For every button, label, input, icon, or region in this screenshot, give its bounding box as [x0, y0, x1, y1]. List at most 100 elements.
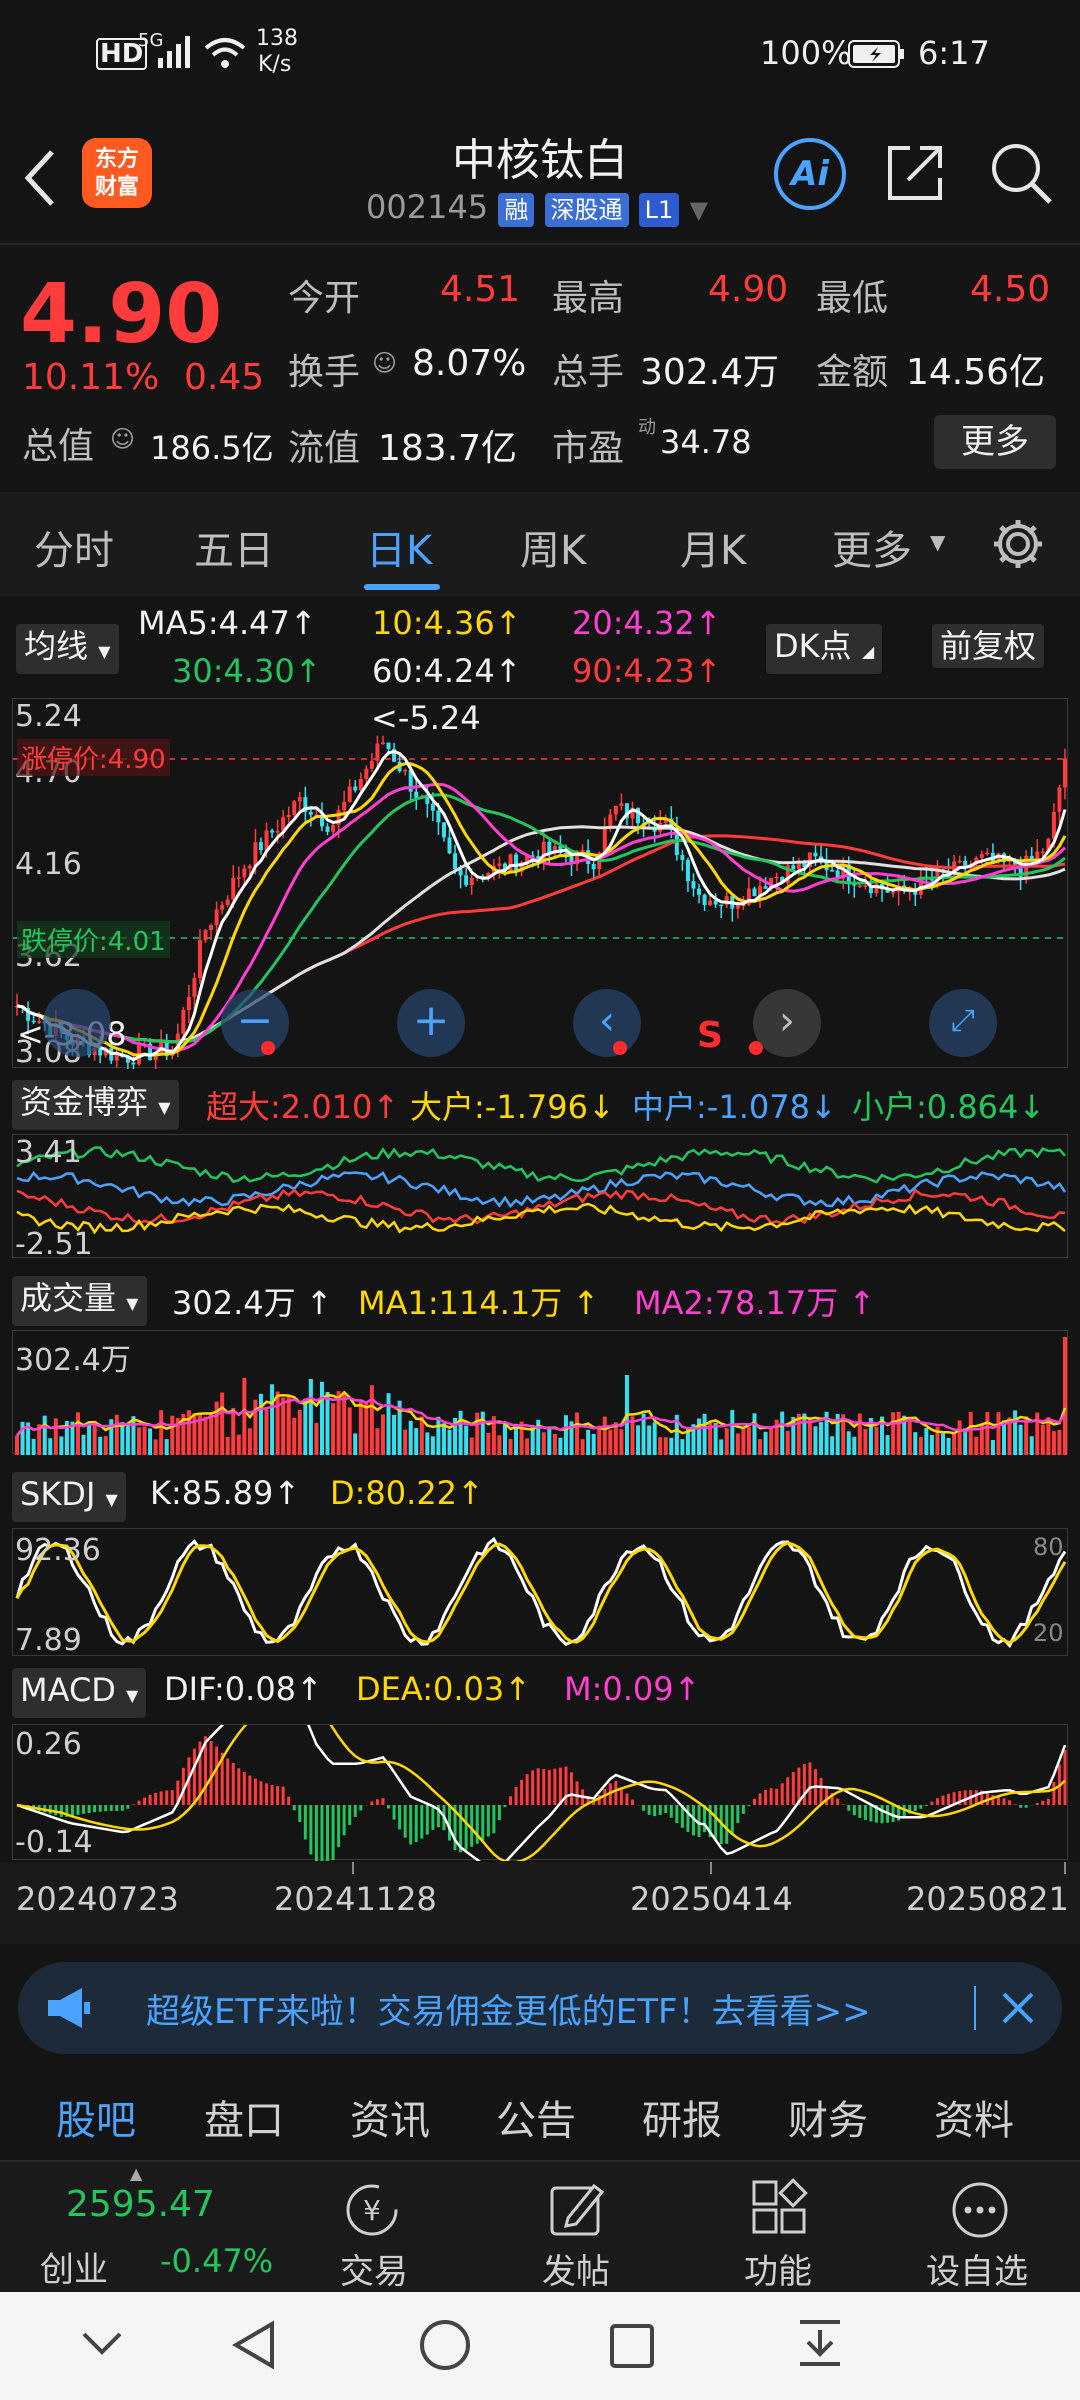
volume-indicator-selector[interactable]: 成交量 ▼: [12, 1276, 147, 1326]
post-button[interactable]: 发帖: [542, 2244, 610, 2293]
gear-icon[interactable]: [990, 516, 1046, 572]
ma90-label: 90:4.23↑: [572, 652, 722, 690]
tab-news[interactable]: 资讯: [350, 2088, 430, 2146]
tab-daily-k[interactable]: 日K: [366, 518, 432, 576]
zoom-in-button[interactable]: +: [397, 989, 465, 1057]
macd-chart[interactable]: 0.26 -0.14: [12, 1724, 1068, 1861]
promo-banner[interactable]: 超级ETF来啦！交易佣金更低的ETF！去看看>>: [18, 1962, 1062, 2054]
tab-weekly-k[interactable]: 周K: [520, 518, 586, 576]
volume-bar: [159, 1410, 164, 1455]
info-icon[interactable]: ☺: [110, 425, 135, 453]
index-change[interactable]: -0.47%: [160, 2242, 273, 2280]
mktcap-value: 186.5亿: [150, 429, 274, 467]
kline-chart[interactable]: 5.24 4.70 4.16 3.62 3.08 涨停价:4.90 跌停价:4.…: [12, 698, 1069, 1070]
info-icon[interactable]: ☺: [372, 349, 397, 377]
volume-bar: [497, 1435, 502, 1455]
macd-bar: [287, 1796, 291, 1805]
tab-intraday[interactable]: 分时: [34, 518, 114, 576]
macd-bar: [808, 1762, 812, 1805]
candle-body: [181, 1010, 186, 1034]
macd-bar: [87, 1805, 91, 1813]
pan-left-button[interactable]: [43, 989, 111, 1057]
volume-bar: [414, 1428, 419, 1455]
candle-body: [131, 1062, 136, 1065]
volume-chart[interactable]: 302.4万: [12, 1330, 1068, 1455]
nav-recents-icon[interactable]: [608, 2322, 656, 2370]
volume-bar: [292, 1417, 297, 1455]
scroll-left-button[interactable]: ‹: [573, 989, 641, 1057]
candle-body: [236, 877, 241, 879]
volume-bar: [75, 1412, 80, 1455]
tab-monthly-k[interactable]: 月K: [680, 518, 746, 576]
macd-bar: [653, 1805, 657, 1817]
chevron-down-icon[interactable]: ▼: [689, 196, 707, 224]
volume-bar: [525, 1438, 530, 1455]
ai-button[interactable]: Ai: [774, 138, 846, 210]
svg-text:¥: ¥: [363, 2194, 381, 2227]
chevron-down-icon[interactable]: [80, 2328, 124, 2358]
tab-guba[interactable]: 股吧: [56, 2088, 136, 2146]
function-button[interactable]: 功能: [744, 2244, 812, 2293]
search-icon[interactable]: [988, 140, 1054, 206]
adjust-selector[interactable]: 前复权: [932, 624, 1045, 668]
macd-bar: [215, 1746, 219, 1805]
stock-code-row: 002145 融 深股通 L1 ▼: [366, 188, 708, 227]
tab-profile[interactable]: 资料: [934, 2088, 1014, 2146]
tab-five-day[interactable]: 五日: [194, 518, 274, 576]
scroll-right-button[interactable]: ›: [753, 989, 821, 1057]
skdj-chart[interactable]: 92.36 7.89 80 20: [12, 1528, 1068, 1658]
macd-svg: [16, 1725, 1067, 1861]
macd-bar: [154, 1792, 158, 1805]
candle-body: [857, 885, 862, 887]
index-name[interactable]: 创业: [40, 2242, 108, 2291]
apps-icon[interactable]: [748, 2178, 812, 2242]
volume-bar: [53, 1418, 58, 1455]
macd-bar: [675, 1805, 679, 1824]
index-value[interactable]: 2595.47: [66, 2184, 215, 2225]
nav-back-icon[interactable]: [232, 2320, 276, 2370]
volume-bar: [702, 1413, 707, 1455]
trade-icon[interactable]: ¥: [340, 2178, 404, 2242]
banner-text[interactable]: 超级ETF来啦！交易佣金更低的ETF！去看看>>: [146, 1984, 871, 2033]
candle-body: [580, 850, 585, 852]
limit-down-label: 跌停价:4.01: [17, 921, 170, 958]
macd-bar: [464, 1805, 468, 1850]
tab-finance[interactable]: 财务: [788, 2088, 868, 2146]
tab-research[interactable]: 研报: [642, 2088, 722, 2146]
fund-chart[interactable]: 3.41 -2.51: [12, 1134, 1068, 1262]
dk-point-toggle[interactable]: DK点 ◢: [766, 624, 883, 674]
macd-bar: [658, 1805, 662, 1816]
volume-bar: [464, 1425, 469, 1455]
nav-home-icon[interactable]: [418, 2318, 472, 2372]
volume-bar: [852, 1436, 857, 1455]
add-watchlist-button[interactable]: 设自选: [926, 2244, 1028, 2293]
macd-bar: [963, 1790, 967, 1805]
macd-bar: [614, 1781, 618, 1805]
x-tick: [1064, 1862, 1066, 1874]
compose-icon[interactable]: [546, 2178, 610, 2242]
more-options-icon[interactable]: [948, 2178, 1012, 2242]
volume-bar: [730, 1410, 735, 1455]
tab-pankou[interactable]: 盘口: [204, 2088, 284, 2146]
tab-announcements[interactable]: 公告: [496, 2088, 576, 2146]
back-icon[interactable]: [22, 148, 58, 208]
nav-dock-icon[interactable]: [796, 2318, 844, 2370]
ma-selector[interactable]: 均线 ▼: [16, 624, 119, 674]
skdj-indicator-selector[interactable]: SKDJ ▼: [12, 1472, 126, 1522]
fullscreen-icon[interactable]: ⤢: [929, 989, 997, 1057]
volume-bar: [985, 1411, 990, 1455]
zoom-out-button[interactable]: −: [221, 989, 289, 1057]
tab-more[interactable]: 更多: [832, 518, 912, 576]
macd-indicator-selector[interactable]: MACD ▼: [12, 1668, 147, 1718]
fund-indicator-selector[interactable]: 资金博弈 ▼: [12, 1080, 179, 1130]
macd-bar: [525, 1774, 529, 1805]
volume-bar: [120, 1422, 125, 1455]
trade-button[interactable]: 交易: [340, 2244, 408, 2293]
close-icon[interactable]: [1000, 1990, 1036, 2026]
candle-body: [763, 886, 768, 889]
more-button[interactable]: 更多: [934, 415, 1056, 469]
macd-bar: [326, 1805, 330, 1861]
candle-body: [347, 786, 352, 802]
volume-bar: [813, 1426, 818, 1455]
share-icon[interactable]: [884, 140, 948, 204]
